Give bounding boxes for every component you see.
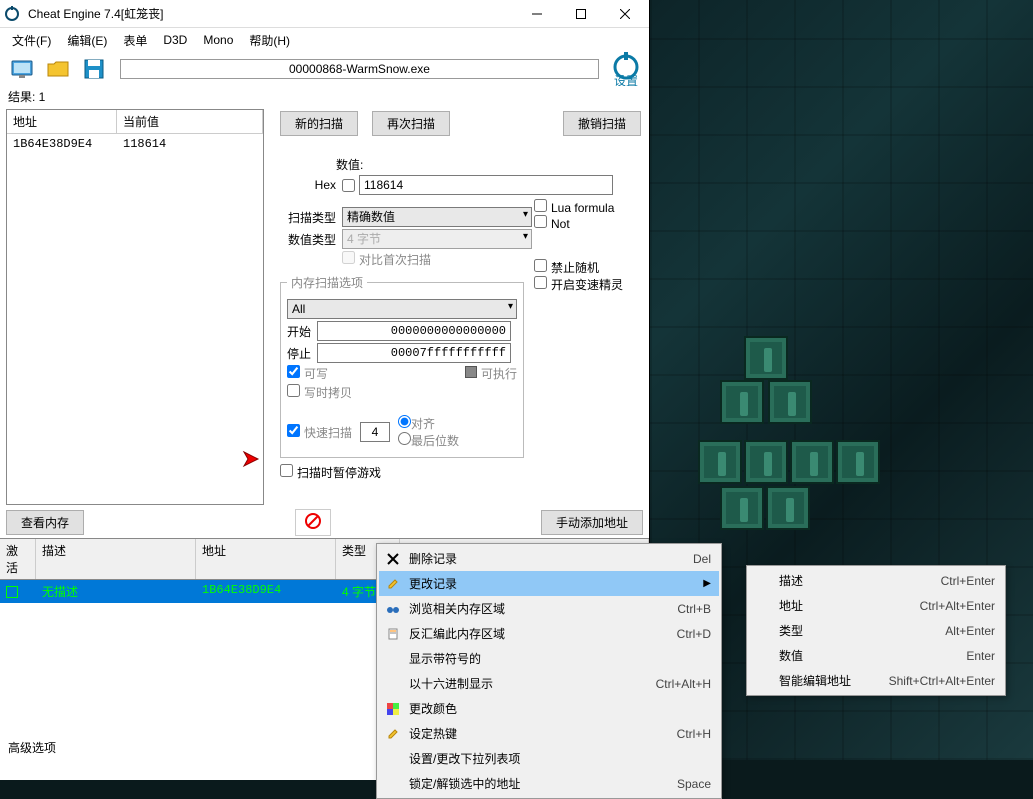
random-check[interactable]: 禁止随机 [534, 261, 599, 275]
process-name-bar[interactable]: 00000868-WarmSnow.exe [120, 59, 599, 79]
sub-type[interactable]: 类型Alt+Enter [749, 618, 1003, 643]
col-value[interactable]: 当前值 [117, 110, 263, 133]
results-list[interactable]: 地址 当前值 1B64E38D9E4 118614 [6, 109, 264, 505]
ctx-dropdown[interactable]: 设置/更改下拉列表项 [379, 746, 719, 771]
fast-scan-check[interactable]: 快速扫描 [287, 424, 352, 441]
app-icon [2, 4, 22, 24]
results-row[interactable]: 1B64E38D9E4 118614 [7, 134, 263, 154]
add-address-manual-button[interactable]: 手动添加地址 [541, 510, 643, 535]
row-desc: 无描述 [36, 580, 196, 603]
results-count: 结果: 1 [0, 86, 649, 107]
start-input[interactable] [317, 321, 511, 341]
maximize-button[interactable] [559, 0, 603, 28]
no-entry-icon[interactable] [295, 509, 331, 536]
scan-panel: 新的扫描 再次扫描 撤销扫描 数值: Hex 扫描类型 精确数值 数值类型 4 … [264, 107, 649, 507]
compare-first-check: 对比首次扫描 [342, 251, 431, 268]
edit-icon [383, 576, 403, 592]
menu-table[interactable]: 表单 [115, 29, 155, 52]
edit-icon [383, 726, 403, 742]
undo-scan-button[interactable]: 撤销扫描 [563, 111, 641, 136]
ctx-hotkey[interactable]: 设定热键Ctrl+H [379, 721, 719, 746]
lua-formula-check[interactable]: Lua formula [534, 201, 614, 215]
context-menu: 删除记录Del 更改记录▶ 浏览相关内存区域Ctrl+B 反汇编此内存区域Ctr… [376, 543, 722, 799]
mid-toolbar: 查看内存 手动添加地址 [0, 507, 649, 538]
titlebar: Cheat Engine 7.4[虹笼丧] [0, 0, 649, 28]
result-address: 1B64E38D9E4 [7, 134, 117, 154]
sub-address[interactable]: 地址Ctrl+Alt+Enter [749, 593, 1003, 618]
open-process-button[interactable] [6, 54, 38, 84]
new-scan-button[interactable]: 新的扫描 [280, 111, 358, 136]
color-swatch-icon [383, 701, 403, 717]
change-submenu: 描述Ctrl+Enter 地址Ctrl+Alt+Enter 类型Alt+Ente… [746, 565, 1006, 696]
speedhack-check[interactable]: 开启变速精灵 [534, 278, 623, 292]
delete-icon [383, 551, 403, 567]
row-active-checkbox[interactable] [0, 580, 36, 603]
results-header: 地址 当前值 [7, 110, 263, 134]
scan-type-select[interactable]: 精确数值 [342, 207, 532, 227]
not-check[interactable]: Not [534, 217, 570, 231]
process-name: 00000868-WarmSnow.exe [289, 62, 430, 76]
ctx-show-hex[interactable]: 以十六进制显示Ctrl+Alt+H [379, 671, 719, 696]
sub-description[interactable]: 描述Ctrl+Enter [749, 568, 1003, 593]
th-active[interactable]: 激活 [0, 539, 36, 579]
submenu-arrow-icon: ▶ [703, 578, 711, 589]
hex-checkbox[interactable] [342, 179, 355, 192]
ctx-lock[interactable]: 锁定/解锁选中的地址Space [379, 771, 719, 796]
add-to-list-arrow-icon[interactable] [240, 448, 262, 470]
stop-label: 停止 [287, 345, 317, 362]
scan-type-label: 扫描类型 [280, 209, 336, 226]
mem-opts-legend: 内存扫描选项 [287, 274, 367, 291]
menubar: 文件(F) 编辑(E) 表单 D3D Mono 帮助(H) [0, 28, 649, 52]
ctx-change[interactable]: 更改记录▶ [379, 571, 719, 596]
close-button[interactable] [603, 0, 647, 28]
result-value: 118614 [117, 134, 263, 154]
pause-game-check[interactable]: 扫描时暂停游戏 [280, 464, 381, 481]
th-addr[interactable]: 地址 [196, 539, 336, 579]
ctx-delete[interactable]: 删除记录Del [379, 546, 719, 571]
ctx-show-signed[interactable]: 显示带符号的 [379, 646, 719, 671]
stop-input[interactable] [317, 343, 511, 363]
menu-d3d[interactable]: D3D [155, 30, 195, 50]
cow-check[interactable]: 写时拷贝 [287, 384, 352, 401]
ctx-disassemble[interactable]: 反汇编此内存区域Ctrl+D [379, 621, 719, 646]
sub-smart-edit[interactable]: 智能编辑地址Shift+Ctrl+Alt+Enter [749, 668, 1003, 693]
row-addr: 1B64E38D9E4 [196, 580, 336, 603]
menu-file[interactable]: 文件(F) [4, 29, 59, 52]
view-memory-button[interactable]: 查看内存 [6, 510, 84, 535]
executable-check[interactable]: 可执行 [465, 365, 517, 382]
value-label: 数值: [336, 156, 643, 173]
ctx-change-color[interactable]: 更改颜色 [379, 696, 719, 721]
toolbar: 00000868-WarmSnow.exe 设置 [0, 52, 649, 86]
menu-mono[interactable]: Mono [195, 30, 241, 50]
next-scan-button[interactable]: 再次扫描 [372, 111, 450, 136]
ctx-browse-memory[interactable]: 浏览相关内存区域Ctrl+B [379, 596, 719, 621]
writable-check[interactable]: 可写 [287, 365, 328, 382]
fast-scan-value[interactable] [360, 422, 390, 442]
ce-logo-settings[interactable]: 设置 [609, 52, 643, 86]
save-button[interactable] [78, 54, 110, 84]
memory-scan-options: 内存扫描选项 All 开始 停止 可写 可执行 写时拷贝 快速扫描 对齐 最后位… [280, 274, 524, 458]
hex-label: Hex [280, 178, 336, 192]
open-file-button[interactable] [42, 54, 74, 84]
sub-value[interactable]: 数值Enter [749, 643, 1003, 668]
start-label: 开始 [287, 323, 317, 340]
mem-region-select[interactable]: All [287, 299, 517, 319]
col-address[interactable]: 地址 [7, 110, 117, 133]
minimize-button[interactable] [515, 0, 559, 28]
last-digits-radio[interactable]: 最后位数 [398, 434, 459, 448]
document-icon [383, 626, 403, 642]
window-title: Cheat Engine 7.4[虹笼丧] [28, 5, 515, 22]
value-type-label: 数值类型 [280, 231, 336, 248]
align-radio[interactable]: 对齐 [398, 417, 435, 431]
value-type-select: 4 字节 [342, 229, 532, 249]
th-desc[interactable]: 描述 [36, 539, 196, 579]
menu-edit[interactable]: 编辑(E) [59, 29, 115, 52]
binoculars-icon [383, 601, 403, 617]
menu-help[interactable]: 帮助(H) [241, 29, 298, 52]
value-input[interactable] [359, 175, 613, 195]
svg-text:设置: 设置 [614, 74, 638, 86]
